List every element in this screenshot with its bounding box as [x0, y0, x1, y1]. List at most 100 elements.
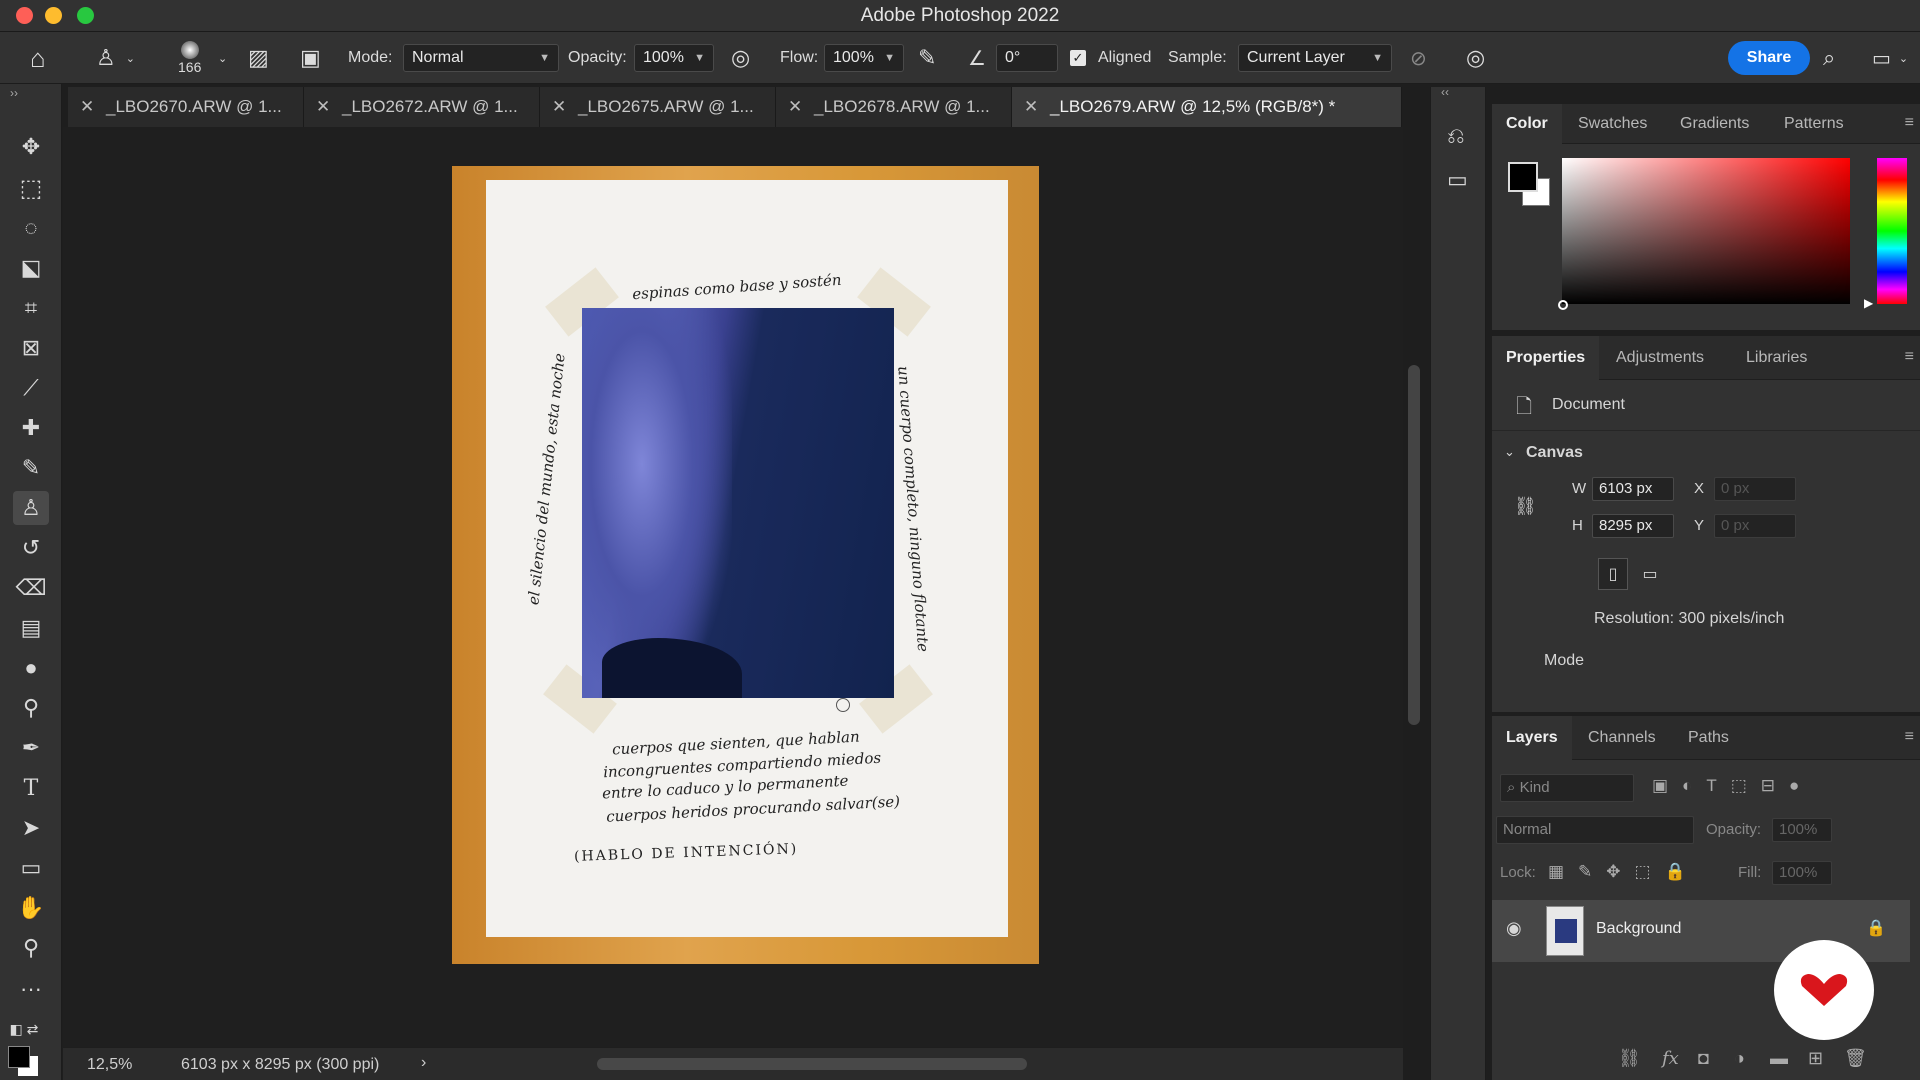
eye-icon[interactable]: ◉	[1506, 918, 1522, 939]
tab-lbo2672[interactable]: ✕ _LBO2672.ARW @ 1...	[304, 87, 540, 127]
share-button[interactable]: Share	[1728, 41, 1810, 75]
tab-properties[interactable]: Properties	[1492, 336, 1600, 380]
workspace-icon[interactable]: ▭ ⌄	[1872, 32, 1908, 84]
pressure-size-icon[interactable]: ◎	[1466, 32, 1485, 84]
add-mask-icon[interactable]: ◘	[1698, 1048, 1709, 1069]
healing-brush-tool-icon[interactable]: ✚	[13, 411, 49, 445]
hand-tool-icon[interactable]: ✋	[13, 891, 49, 925]
airbrush-icon[interactable]: ✎	[918, 32, 936, 84]
tab-lbo2670[interactable]: ✕ _LBO2670.ARW @ 1...	[68, 87, 304, 127]
tab-lbo2675[interactable]: ✕ _LBO2675.ARW @ 1...	[540, 87, 776, 127]
color-field[interactable]	[1558, 158, 1850, 310]
adjustment-layer-icon[interactable]: ◑	[1734, 1048, 1745, 1069]
mode-dropdown[interactable]: Normal ▼	[403, 44, 559, 72]
y-field[interactable]: 0 px	[1714, 514, 1796, 538]
expand-toolbar-icon[interactable]: ››	[10, 86, 18, 100]
pressure-opacity-icon[interactable]: ◎	[731, 32, 750, 84]
opacity-field[interactable]: 100% ▼	[634, 44, 714, 72]
tab-layers[interactable]: Layers	[1492, 716, 1572, 760]
gradient-tool-icon[interactable]: ▤	[13, 611, 49, 645]
sample-dropdown[interactable]: Current Layer ▼	[1238, 44, 1392, 72]
close-icon[interactable]: ✕	[552, 87, 566, 127]
object-selection-tool-icon[interactable]: ⬕	[13, 251, 49, 285]
type-tool-icon[interactable]: T	[13, 771, 49, 805]
tab-color[interactable]: Color	[1492, 104, 1562, 144]
layer-filter-icons[interactable]: ▣◐T⬚⊟●	[1652, 776, 1813, 796]
zoom-tool-icon[interactable]: ⚲	[13, 931, 49, 965]
comments-panel-icon[interactable]: ▭	[1447, 167, 1468, 193]
chevron-right-icon[interactable]: ›	[421, 1054, 426, 1072]
chevron-down-icon[interactable]: ⌄	[218, 32, 227, 84]
close-icon[interactable]: ✕	[80, 87, 94, 127]
horizontal-scrollbar[interactable]	[597, 1058, 1027, 1070]
panel-menu-icon[interactable]: ≡	[1905, 114, 1914, 132]
ignore-adjustment-layers-icon[interactable]: ⊘	[1410, 32, 1427, 84]
zoom-level[interactable]: 12,5%	[87, 1056, 132, 1074]
chevron-down-icon[interactable]: ⌄	[1504, 444, 1515, 460]
close-icon[interactable]: ✕	[1024, 87, 1038, 127]
tab-libraries[interactable]: Libraries	[1746, 336, 1807, 380]
foreground-color-swatch[interactable]	[8, 1046, 30, 1068]
hue-slider-handle[interactable]: ▶	[1864, 296, 1873, 310]
folder-icon[interactable]: ▬	[1770, 1048, 1788, 1069]
home-icon[interactable]: ⌂	[30, 32, 46, 84]
tab-channels[interactable]: Channels	[1588, 716, 1656, 760]
trash-icon[interactable]: 🗑	[1844, 1048, 1867, 1069]
rectangle-tool-icon[interactable]: ▭	[13, 851, 49, 885]
layer-opacity-field[interactable]: 100%	[1772, 818, 1832, 842]
x-field[interactable]: 0 px	[1714, 477, 1796, 501]
eyedropper-tool-icon[interactable]: ⟋	[13, 371, 49, 405]
layer-filter-kind[interactable]: ⌕ Kind	[1500, 774, 1634, 802]
tab-patterns[interactable]: Patterns	[1784, 104, 1844, 144]
crop-tool-icon[interactable]: ⌗	[13, 291, 49, 325]
close-icon[interactable]: ✕	[316, 87, 330, 127]
fx-icon[interactable]: fx	[1662, 1048, 1679, 1069]
close-icon[interactable]: ✕	[788, 87, 802, 127]
history-panel-icon[interactable]: ⎌	[1447, 123, 1465, 149]
tab-swatches[interactable]: Swatches	[1578, 104, 1647, 144]
new-layer-icon[interactable]: ⊞	[1808, 1048, 1823, 1069]
width-field[interactable]: 6103 px	[1592, 477, 1674, 501]
clone-stamp-tool-icon[interactable]: ♙	[13, 491, 49, 525]
brush-size-picker[interactable]: 166	[178, 32, 201, 84]
eraser-tool-icon[interactable]: ⌫	[13, 571, 49, 605]
blend-mode-dropdown[interactable]: Normal	[1496, 816, 1694, 844]
tab-lbo2678[interactable]: ✕ _LBO2678.ARW @ 1...	[776, 87, 1012, 127]
history-brush-tool-icon[interactable]: ↺	[13, 531, 49, 565]
panel-menu-icon[interactable]: ≡	[1905, 348, 1914, 366]
foreground-color-swatch[interactable]	[1508, 162, 1538, 192]
move-tool-icon[interactable]: ✥	[13, 130, 49, 164]
brush-settings-icon[interactable]: ▨	[248, 32, 269, 84]
fill-field[interactable]: 100%	[1772, 861, 1832, 885]
tab-gradients[interactable]: Gradients	[1680, 104, 1749, 144]
minimize-window-button[interactable]	[45, 7, 62, 24]
height-field[interactable]: 8295 px	[1592, 514, 1674, 538]
collapse-panels-icon[interactable]: ‹‹	[1441, 85, 1449, 99]
blur-tool-icon[interactable]: ●	[13, 651, 49, 685]
portrait-orientation-button[interactable]: ▯	[1598, 558, 1628, 590]
tab-paths[interactable]: Paths	[1688, 716, 1729, 760]
lock-icons[interactable]: ▦✎✥⬚🔒	[1548, 862, 1700, 882]
link-layers-icon[interactable]: ⛓	[1618, 1048, 1641, 1069]
brush-tool-icon[interactable]: ✎	[13, 451, 49, 485]
search-icon[interactable]: ⌕	[1823, 32, 1835, 84]
zoom-window-button[interactable]	[77, 7, 94, 24]
lock-icon[interactable]: 🔒	[1866, 918, 1886, 938]
aligned-checkbox[interactable]: ✓	[1070, 50, 1086, 66]
frame-tool-icon[interactable]: ⊠	[13, 331, 49, 365]
tab-lbo2679[interactable]: ✕ _LBO2679.ARW @ 12,5% (RGB/8*) *	[1012, 87, 1402, 127]
dodge-tool-icon[interactable]: ⚲	[13, 691, 49, 725]
tab-adjustments[interactable]: Adjustments	[1616, 336, 1704, 380]
angle-field[interactable]: 0°	[996, 44, 1058, 72]
vertical-scrollbar[interactable]	[1408, 365, 1420, 725]
pen-tool-icon[interactable]: ✒	[13, 731, 49, 765]
marquee-tool-icon[interactable]: ⬚	[13, 171, 49, 205]
clone-stamp-preset-icon[interactable]: ♙ ⌄	[96, 32, 135, 84]
landscape-orientation-button[interactable]: ▭	[1634, 558, 1666, 590]
path-selection-tool-icon[interactable]: ➤	[13, 811, 49, 845]
lasso-tool-icon[interactable]: ◌	[13, 211, 49, 245]
swap-colors-icon[interactable]: ◧ ⇄	[4, 1012, 44, 1046]
layer-name[interactable]: Background	[1596, 920, 1681, 938]
clone-source-icon[interactable]: ▣	[300, 32, 321, 84]
more-tools-icon[interactable]: ···	[13, 972, 49, 1006]
